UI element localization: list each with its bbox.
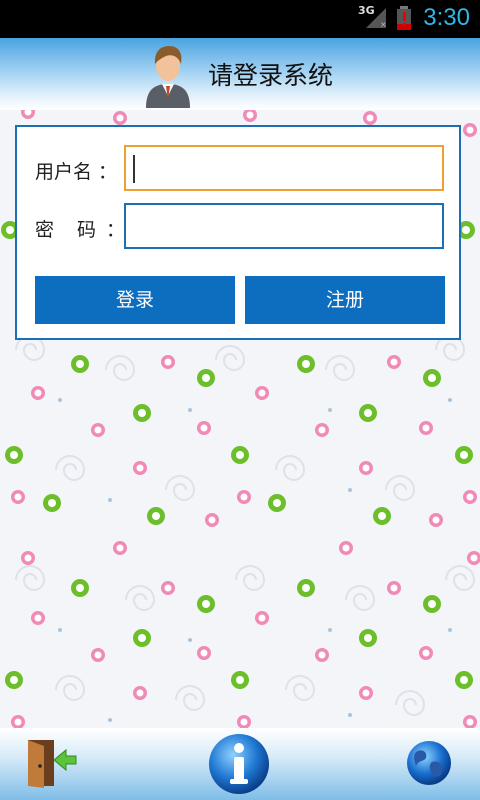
login-button[interactable]: 登录: [35, 276, 235, 324]
username-label: 用户名 ：: [35, 161, 118, 183]
bottom-toolbar: [0, 728, 480, 800]
globe-icon[interactable]: [404, 738, 454, 788]
signal-icon: ×: [366, 8, 387, 29]
clock: 3:30: [423, 4, 470, 31]
status-bar: 3G × 3:30: [0, 0, 480, 38]
page-title: 请登录系统: [208, 61, 334, 90]
register-button[interactable]: 注册: [245, 276, 445, 324]
text-cursor: [133, 155, 135, 183]
exit-door-icon[interactable]: [24, 738, 78, 788]
battery-alert-icon: [397, 6, 411, 30]
password-label: 密 码 ：: [35, 219, 128, 241]
user-avatar-icon: [146, 46, 190, 108]
app-header: 请登录系统: [0, 38, 480, 110]
svg-text:×: ×: [380, 20, 387, 29]
username-input[interactable]: [124, 145, 444, 191]
info-icon[interactable]: [207, 732, 271, 796]
login-panel: 用户名 ： 密 码 ： 登录 注册: [15, 125, 461, 340]
password-input[interactable]: [124, 203, 444, 249]
